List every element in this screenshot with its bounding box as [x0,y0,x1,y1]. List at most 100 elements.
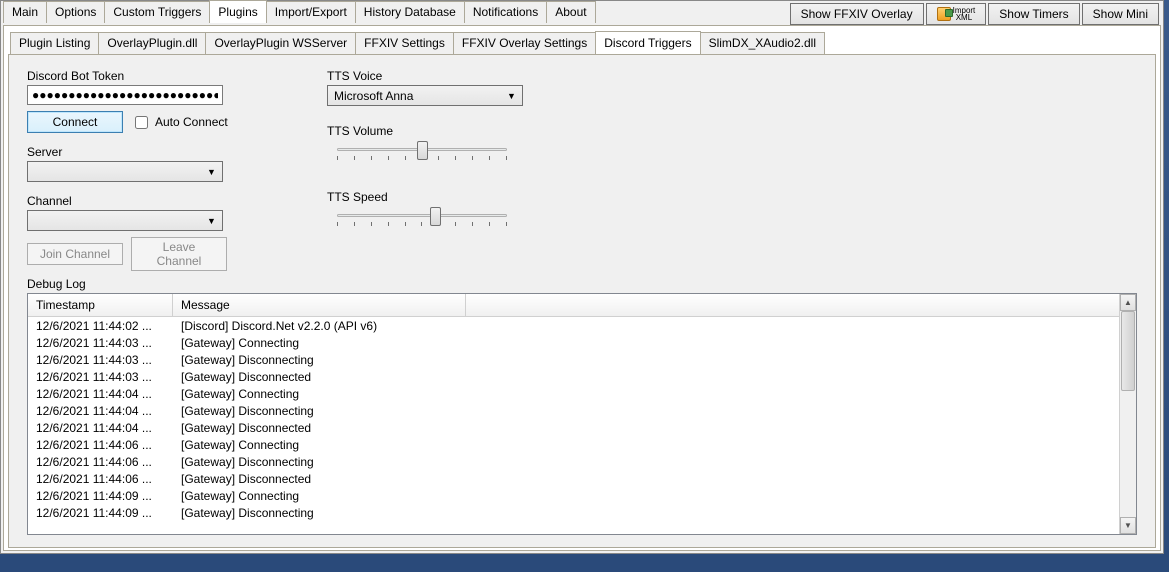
sub-tab-overlayplugin-dll[interactable]: OverlayPlugin.dll [98,32,206,54]
log-cell-timestamp: 12/6/2021 11:44:06 ... [36,438,181,452]
slider-ticks [337,222,507,226]
channel-label: Channel [27,194,287,208]
scroll-down-button[interactable]: ▼ [1120,517,1136,534]
show-mini-button[interactable]: Show Mini [1082,3,1159,25]
sub-tab-discord-triggers[interactable]: Discord Triggers [595,31,700,54]
log-cell-timestamp: 12/6/2021 11:44:04 ... [36,387,181,401]
log-row[interactable]: 12/6/2021 11:44:03 ...[Gateway] Disconne… [28,368,1119,385]
log-row[interactable]: 12/6/2021 11:44:06 ...[Gateway] Disconne… [28,453,1119,470]
speed-slider[interactable] [337,206,507,230]
log-cell-message: [Gateway] Disconnecting [181,353,314,367]
plugins-tab-content: Plugin ListingOverlayPlugin.dllOverlayPl… [3,25,1161,551]
log-cell-message: [Discord] Discord.Net v2.2.0 (API v6) [181,319,377,333]
log-row[interactable]: 12/6/2021 11:44:06 ...[Gateway] Connecti… [28,436,1119,453]
main-tabs: MainOptionsCustom TriggersPluginsImport/… [1,1,595,23]
top-row: MainOptionsCustom TriggersPluginsImport/… [1,1,1163,25]
log-row[interactable]: 12/6/2021 11:44:03 ...[Gateway] Connecti… [28,334,1119,351]
log-cell-timestamp: 12/6/2021 11:44:04 ... [36,421,181,435]
log-body: 12/6/2021 11:44:02 ...[Discord] Discord.… [28,317,1119,521]
server-combo[interactable]: ▼ [27,161,223,182]
auto-connect-wrap[interactable]: Auto Connect [131,113,228,132]
log-row[interactable]: 12/6/2021 11:44:09 ...[Gateway] Disconne… [28,504,1119,521]
log-cell-message: [Gateway] Connecting [181,489,299,503]
voice-combo[interactable]: Microsoft Anna ▼ [327,85,523,106]
slider-thumb[interactable] [417,141,428,160]
slider-track [337,214,507,217]
token-group: Discord Bot Token Connect Auto Connect [27,69,287,133]
chevron-down-icon: ▼ [203,216,220,226]
log-cell-timestamp: 12/6/2021 11:44:09 ... [36,506,181,520]
scroll-thumb[interactable] [1121,311,1135,391]
server-label: Server [27,145,287,159]
main-tab-import-export[interactable]: Import/Export [266,1,356,23]
chevron-down-icon: ▼ [203,167,220,177]
sub-tab-overlayplugin-wsserver[interactable]: OverlayPlugin WSServer [205,32,356,54]
main-tab-main[interactable]: Main [3,1,47,23]
controls-area: Discord Bot Token Connect Auto Connect S… [27,69,1137,283]
server-group: Server ▼ [27,145,287,182]
chevron-down-icon: ▼ [503,91,520,101]
sub-tab-plugin-listing[interactable]: Plugin Listing [10,32,99,54]
discord-triggers-panel: Discord Bot Token Connect Auto Connect S… [8,54,1156,548]
volume-slider[interactable] [337,140,507,164]
main-tab-plugins[interactable]: Plugins [209,0,266,23]
volume-label: TTS Volume [327,124,627,138]
auto-connect-label: Auto Connect [155,115,228,129]
token-input[interactable] [27,85,223,105]
main-tab-about[interactable]: About [546,1,595,23]
log-row[interactable]: 12/6/2021 11:44:06 ...[Gateway] Disconne… [28,470,1119,487]
log-cell-timestamp: 12/6/2021 11:44:06 ... [36,455,181,469]
log-row[interactable]: 12/6/2021 11:44:09 ...[Gateway] Connecti… [28,487,1119,504]
log-cell-message: [Gateway] Disconnected [181,370,311,384]
log-cell-message: [Gateway] Disconnected [181,472,311,486]
log-cell-message: [Gateway] Disconnecting [181,506,314,520]
log-cell-message: [Gateway] Connecting [181,438,299,452]
header-timestamp[interactable]: Timestamp [28,294,173,316]
header-message[interactable]: Message [173,294,466,316]
voice-value: Microsoft Anna [334,89,413,103]
connect-button[interactable]: Connect [27,111,123,133]
main-tab-notifications[interactable]: Notifications [464,1,547,23]
left-column: Discord Bot Token Connect Auto Connect S… [27,69,287,283]
sub-tab-slimdx-xaudio2-dll[interactable]: SlimDX_XAudio2.dll [700,32,825,54]
log-row[interactable]: 12/6/2021 11:44:04 ...[Gateway] Disconne… [28,419,1119,436]
log-cell-message: [Gateway] Connecting [181,387,299,401]
join-channel-button[interactable]: Join Channel [27,243,123,265]
channel-combo[interactable]: ▼ [27,210,223,231]
log-row[interactable]: 12/6/2021 11:44:02 ...[Discord] Discord.… [28,317,1119,334]
import-xml-label: Import XML [953,7,976,21]
speed-label: TTS Speed [327,190,627,204]
log-cell-message: [Gateway] Connecting [181,336,299,350]
log-cell-timestamp: 12/6/2021 11:44:03 ... [36,336,181,350]
voice-label: TTS Voice [327,69,627,83]
main-tab-options[interactable]: Options [46,1,105,23]
import-xml-button[interactable]: Import XML [926,3,987,25]
log-row[interactable]: 12/6/2021 11:44:04 ...[Gateway] Connecti… [28,385,1119,402]
show-ffxiv-overlay-button[interactable]: Show FFXIV Overlay [790,3,924,25]
debug-log-label: Debug Log [27,277,86,291]
log-row[interactable]: 12/6/2021 11:44:04 ...[Gateway] Disconne… [28,402,1119,419]
app-window: MainOptionsCustom TriggersPluginsImport/… [0,0,1164,554]
debug-log-table[interactable]: Timestamp Message 12/6/2021 11:44:02 ...… [28,294,1119,534]
show-timers-button[interactable]: Show Timers [988,3,1079,25]
sub-tabs: Plugin ListingOverlayPlugin.dllOverlayPl… [8,32,1156,54]
right-column: TTS Voice Microsoft Anna ▼ TTS Volume [327,69,627,283]
log-cell-timestamp: 12/6/2021 11:44:06 ... [36,472,181,486]
volume-group: TTS Volume [327,124,627,164]
log-cell-message: [Gateway] Disconnected [181,421,311,435]
scroll-track[interactable] [1120,311,1136,517]
slider-thumb[interactable] [430,207,441,226]
speed-group: TTS Speed [327,190,627,230]
sub-tab-ffxiv-settings[interactable]: FFXIV Settings [355,32,454,54]
header-spacer [466,294,1119,316]
main-tab-custom-triggers[interactable]: Custom Triggers [104,1,210,23]
scroll-up-button[interactable]: ▲ [1120,294,1136,311]
log-row[interactable]: 12/6/2021 11:44:03 ...[Gateway] Disconne… [28,351,1119,368]
log-cell-message: [Gateway] Disconnecting [181,455,314,469]
main-tab-history-database[interactable]: History Database [355,1,465,23]
voice-group: TTS Voice Microsoft Anna ▼ [327,69,627,106]
vertical-scrollbar[interactable]: ▲ ▼ [1119,294,1136,534]
leave-channel-button[interactable]: Leave Channel [131,237,227,271]
auto-connect-checkbox[interactable] [135,116,148,129]
sub-tab-ffxiv-overlay-settings[interactable]: FFXIV Overlay Settings [453,32,596,54]
